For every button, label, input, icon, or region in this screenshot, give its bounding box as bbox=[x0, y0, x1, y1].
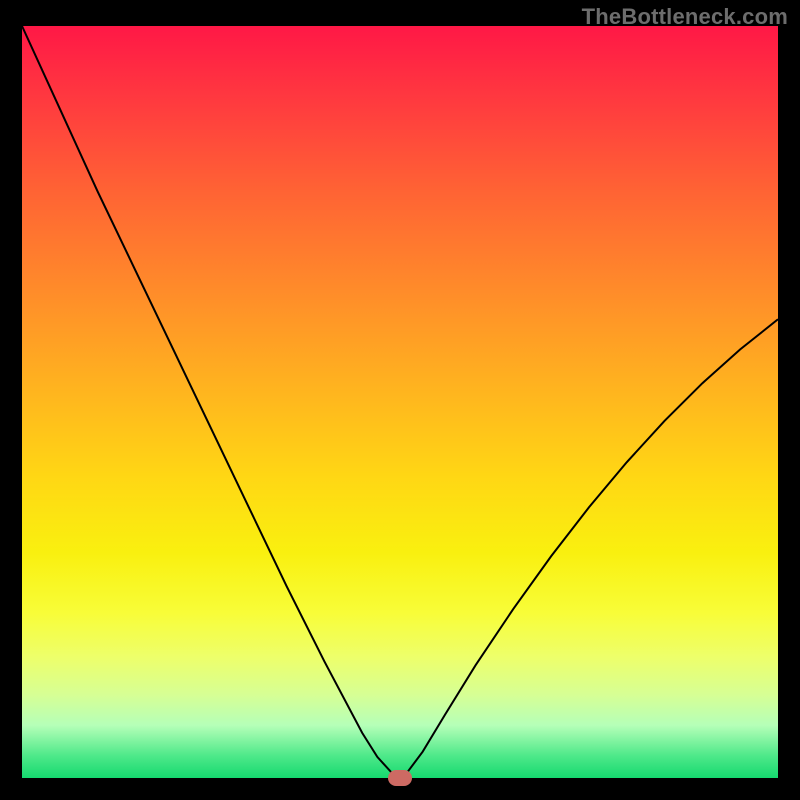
chart-frame: TheBottleneck.com bbox=[0, 0, 800, 800]
bottleneck-curve bbox=[22, 26, 778, 778]
plot-area bbox=[22, 26, 778, 778]
watermark-text: TheBottleneck.com bbox=[582, 4, 788, 30]
minimum-marker bbox=[388, 770, 412, 786]
